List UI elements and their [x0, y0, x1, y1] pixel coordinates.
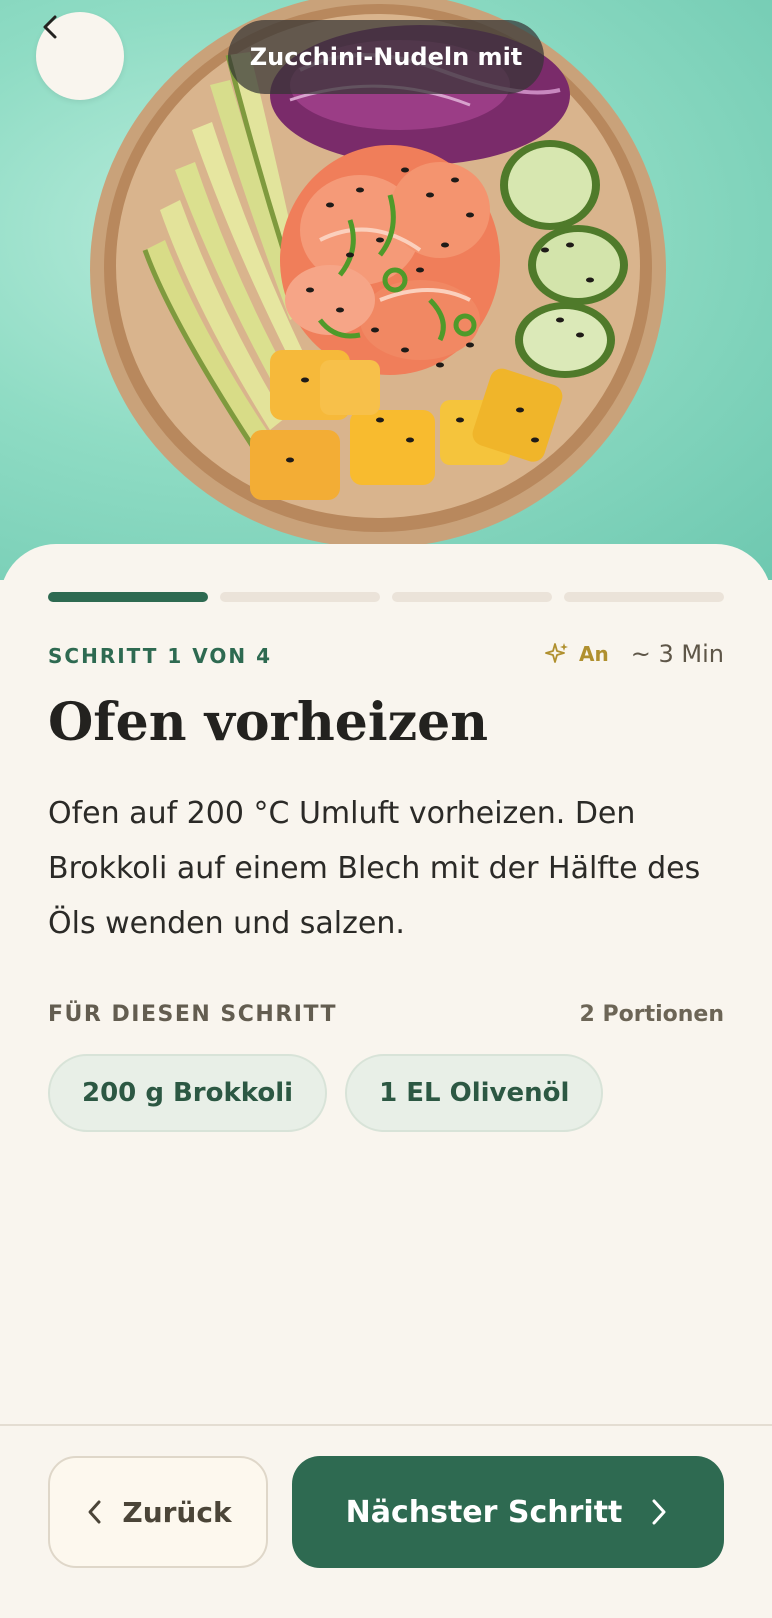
step-counter: SCHRITT 1 VON 4 [48, 644, 272, 668]
chevron-right-icon [652, 1499, 666, 1525]
chevron-left-icon [43, 15, 57, 39]
step-meta: An ~ 3 Min [545, 640, 724, 668]
recipe-title: Zucchini-Nudeln mit [228, 20, 544, 94]
next-step-button[interactable]: Nächster Schritt [292, 1456, 724, 1568]
next-step-label: Nächster Schritt [345, 1494, 623, 1530]
back-button[interactable] [36, 12, 124, 100]
ingredient-chips: 200 g Brokkoli 1 EL Olivenöl [48, 1054, 604, 1132]
ai-toggle-label[interactable]: An [579, 642, 609, 666]
step-duration: ~ 3 Min [630, 640, 724, 668]
progress-segment [220, 592, 380, 602]
chevron-left-icon [88, 1500, 101, 1524]
previous-step-button[interactable]: Zurück [48, 1456, 268, 1568]
ingredient-chip[interactable]: 1 EL Olivenöl [345, 1054, 604, 1132]
step-title: Ofen vorheizen [48, 692, 489, 753]
portions-label: 2 Portionen [579, 1002, 724, 1027]
ingredient-chip[interactable]: 200 g Brokkoli [48, 1054, 328, 1132]
ingredients-section-label: FÜR DIESEN SCHRITT [48, 1002, 337, 1027]
step-progress [48, 592, 724, 602]
sparkle-icon [545, 643, 569, 663]
progress-segment [564, 592, 724, 602]
previous-step-label: Zurück [122, 1495, 232, 1529]
recipe-hero-image: Zucchini-Nudeln mit [0, 0, 772, 580]
step-instructions: Ofen auf 200 °C Umluft vorheizen. Den Br… [48, 796, 701, 941]
footer-navigation: Zurück Nächster Schritt [0, 1424, 772, 1618]
progress-segment [48, 592, 208, 602]
progress-segment [392, 592, 552, 602]
